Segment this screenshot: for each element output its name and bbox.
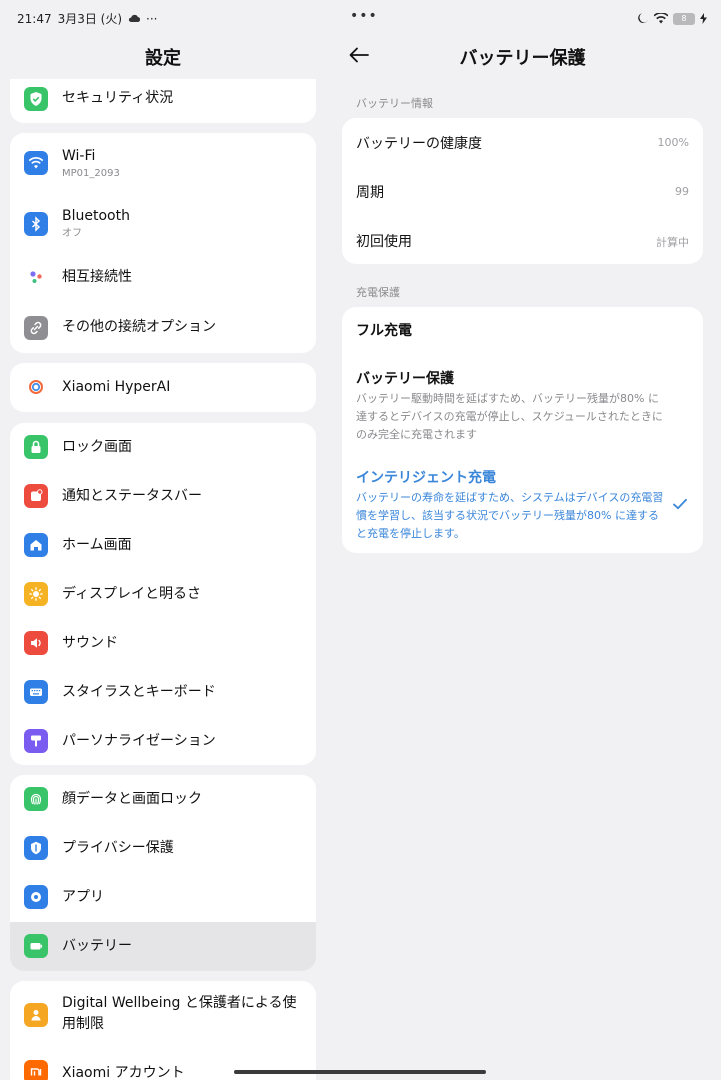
battery-info-card: バッテリーの健康度 100% 周期 99 初回使用 計算中	[342, 118, 703, 264]
section-charge-protection: 充電保護	[356, 286, 400, 299]
settings-item-bluetooth[interactable]: Bluetooth オフ	[10, 195, 316, 253]
settings-item-label: 通知とステータスバー	[62, 488, 202, 504]
moon-icon	[637, 9, 649, 28]
settings-item-other-connections[interactable]: その他の接続オプション	[10, 302, 316, 353]
clock: 21:47	[17, 11, 52, 26]
privacy-icon	[24, 836, 48, 860]
battery-icon	[24, 934, 48, 958]
keyboard-icon	[24, 680, 48, 704]
wellbeing-icon	[24, 1003, 48, 1027]
bluetooth-icon	[24, 212, 48, 236]
option-battery-protection[interactable]: バッテリー保護 バッテリー駆動時間を延ばすため、バッテリー残量が80% に達する…	[356, 369, 666, 444]
link-icon	[24, 316, 48, 340]
first-use-value: 計算中	[656, 236, 689, 249]
settings-item-interconnect[interactable]: 相互接続性	[10, 253, 316, 302]
security-card: セキュリティ状況	[10, 79, 316, 123]
settings-item-sublabel: オフ	[62, 228, 82, 239]
charge-protection-card: フル充電 バッテリー保護 バッテリー駆動時間を延ばすため、バッテリー残量が80%…	[342, 307, 703, 553]
fingerprint-icon	[24, 787, 48, 811]
settings-item-label: スタイラスとキーボード	[62, 684, 216, 700]
apps-gear-icon	[24, 885, 48, 909]
battery-status-icon: 8	[673, 12, 695, 25]
paint-roller-icon	[24, 729, 48, 753]
first-use-label: 初回使用	[356, 234, 412, 250]
settings-item-face-lock[interactable]: 顔データと画面ロック	[10, 775, 316, 824]
more-notifications: ···	[146, 11, 158, 26]
hyperai-icon	[24, 375, 48, 399]
section-battery-info: バッテリー情報	[356, 97, 433, 110]
settings-item-apps[interactable]: アプリ	[10, 873, 316, 922]
settings-item-label: Bluetooth	[62, 208, 130, 224]
home-icon	[24, 533, 48, 557]
personalization-card: ロック画面 通知とステータスバー ホーム画面 ディスプレイと明るさ サウンド ス…	[10, 423, 316, 765]
settings-item-label: プライバシー保護	[62, 840, 174, 856]
system-card: 顔データと画面ロック プライバシー保護 アプリ バッテリー	[10, 775, 316, 971]
settings-item-label: Wi-Fi	[62, 148, 96, 164]
battery-health-value: 100%	[657, 136, 689, 149]
interconnect-icon	[24, 265, 48, 289]
settings-item-label: ロック画面	[62, 439, 132, 455]
wifi-icon	[24, 151, 48, 175]
settings-item-label: アプリ	[62, 889, 104, 905]
settings-item-label: ホーム画面	[62, 537, 132, 553]
mi-logo-icon	[24, 1060, 48, 1080]
settings-item-label: 顔データと画面ロック	[62, 791, 202, 807]
settings-item-notifications[interactable]: 通知とステータスバー	[10, 472, 316, 521]
settings-item-personalization[interactable]: パーソナライゼーション	[10, 717, 316, 765]
cycle-count-label: 周期	[356, 185, 384, 201]
status-bar: 21:47 3月3日 (火) ··· ••• 8	[0, 0, 721, 36]
option-description: バッテリー駆動時間を延ばすため、バッテリー残量が80% に達するとデバイスの充電…	[356, 392, 663, 441]
option-intelligent-charging[interactable]: インテリジェント充電 バッテリーの寿命を延ばすため、システムはデバイスの充電習慣…	[356, 468, 666, 543]
battery-health-label: バッテリーの健康度	[356, 136, 482, 152]
cycle-count-row[interactable]: 周期 99	[342, 167, 703, 216]
date: 3月3日 (火)	[57, 12, 123, 26]
settings-item-wellbeing[interactable]: Digital Wellbeing と保護者による使用制限	[10, 981, 316, 1047]
settings-title: 設定	[145, 48, 181, 69]
option-description: バッテリーの寿命を延ばすため、システムはデバイスの充電習慣を学習し、該当する状況…	[356, 491, 664, 540]
option-title: バッテリー保護	[356, 371, 454, 387]
settings-item-xiaomi-account[interactable]: Xiaomi アカウント	[10, 1047, 316, 1080]
connectivity-card: Wi-Fi MP01_2093 Bluetooth オフ 相互接続性 その他の接…	[10, 133, 316, 353]
hyperai-card: Xiaomi HyperAI	[10, 363, 316, 412]
multitask-dots[interactable]: •••	[350, 8, 378, 24]
option-title: フル充電	[356, 323, 412, 339]
cloud-icon	[128, 12, 141, 26]
settings-item-label: その他の接続オプション	[62, 319, 216, 335]
settings-item-lock-screen[interactable]: ロック画面	[10, 423, 316, 472]
settings-item-label: Xiaomi HyperAI	[62, 379, 171, 395]
settings-item-label: バッテリー	[62, 938, 132, 954]
sun-icon	[24, 582, 48, 606]
settings-item-label: Digital Wellbeing と保護者による使用制限	[62, 995, 297, 1032]
checkmark-icon	[673, 498, 687, 510]
settings-item-label: ディスプレイと明るさ	[62, 586, 202, 602]
settings-item-label: 相互接続性	[62, 269, 132, 285]
settings-item-label: パーソナライゼーション	[62, 733, 216, 749]
settings-item-wifi[interactable]: Wi-Fi MP01_2093	[10, 133, 316, 195]
wifi-status-icon	[653, 9, 669, 28]
settings-item-privacy[interactable]: プライバシー保護	[10, 824, 316, 873]
settings-item-label: サウンド	[62, 635, 118, 651]
first-use-row[interactable]: 初回使用 計算中	[342, 216, 703, 265]
option-full-charge[interactable]: フル充電	[356, 321, 666, 341]
battery-health-row[interactable]: バッテリーの健康度 100%	[342, 118, 703, 167]
settings-item-home-screen[interactable]: ホーム画面	[10, 521, 316, 570]
notification-icon	[24, 484, 48, 508]
settings-item-security[interactable]: セキュリティ状況	[10, 79, 316, 119]
settings-item-display[interactable]: ディスプレイと明るさ	[10, 570, 316, 619]
settings-item-stylus-keyboard[interactable]: スタイラスとキーボード	[10, 668, 316, 717]
cycle-count-value: 99	[675, 185, 689, 198]
charging-icon	[700, 9, 707, 28]
home-indicator[interactable]	[234, 1070, 486, 1074]
settings-item-battery[interactable]: バッテリー	[10, 922, 316, 971]
account-card: Digital Wellbeing と保護者による使用制限 Xiaomi アカウ…	[10, 981, 316, 1080]
option-title: インテリジェント充電	[356, 470, 496, 486]
page-title: バッテリー保護	[459, 48, 586, 69]
lock-icon	[24, 435, 48, 459]
shield-check-icon	[24, 87, 48, 111]
speaker-icon	[24, 631, 48, 655]
settings-item-sound[interactable]: サウンド	[10, 619, 316, 668]
settings-item-sublabel: MP01_2093	[62, 168, 120, 179]
settings-item-hyperai[interactable]: Xiaomi HyperAI	[10, 363, 316, 412]
settings-item-label: セキュリティ状況	[62, 90, 174, 106]
